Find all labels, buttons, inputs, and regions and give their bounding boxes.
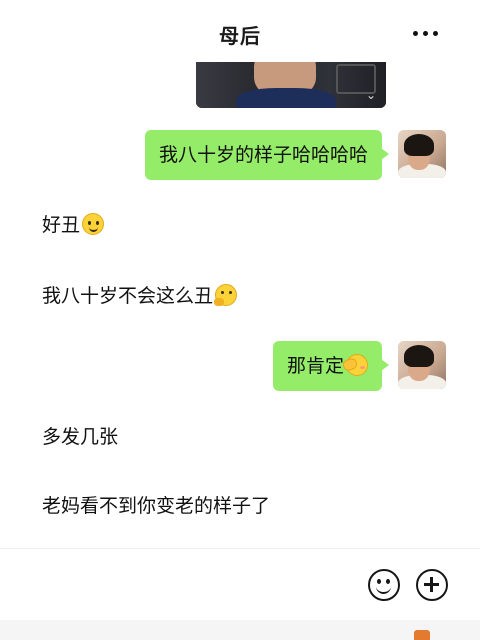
chat-header: 母后 — [0, 0, 480, 62]
avatar[interactable] — [398, 130, 446, 178]
message-text: 老妈看不到你变老的样子了 — [42, 495, 271, 517]
message-text: 我八十岁不会这么丑 — [42, 285, 214, 307]
photo-shirt — [236, 88, 336, 108]
page-title: 母后 — [219, 24, 261, 48]
more-dots-icon[interactable] — [412, 18, 440, 46]
message-incoming[interactable]: 老妈看不到你变老的样子了 — [42, 493, 270, 519]
avatar[interactable] — [398, 341, 446, 389]
message-incoming[interactable]: 我八十岁不会这么丑 — [42, 283, 238, 309]
emoji-smile-icon[interactable] — [368, 569, 400, 601]
message-text: 我八十岁的样子哈哈哈哈 — [158, 144, 368, 166]
message-bubble-outgoing[interactable]: 我八十岁的样子哈哈哈哈 — [144, 130, 390, 180]
thinking-emoji-icon — [214, 284, 238, 306]
app-badge-icon — [414, 630, 430, 640]
photo-message[interactable]: ⌄ — [196, 56, 386, 108]
message-text: 那肯定 — [286, 355, 344, 377]
message-incoming[interactable]: 好丑 — [42, 212, 105, 238]
plus-circle-icon[interactable] — [416, 569, 448, 601]
message-bubble-outgoing[interactable]: 那肯定 — [272, 341, 390, 391]
input-bar — [0, 548, 480, 620]
chat-area: ⌄ 我八十岁的样子哈哈哈哈 好丑 我八十岁不会这么丑 那肯定 多发几张 老妈看不… — [0, 0, 480, 548]
bottom-strip — [0, 620, 480, 640]
message-text: 多发几张 — [42, 426, 119, 448]
chevron-down-icon: ⌄ — [365, 88, 376, 102]
message-incoming[interactable]: 多发几张 — [42, 424, 118, 450]
smile-emoji-icon — [82, 213, 105, 235]
message-text: 好丑 — [42, 214, 81, 236]
shy-emoji-icon — [346, 354, 368, 376]
